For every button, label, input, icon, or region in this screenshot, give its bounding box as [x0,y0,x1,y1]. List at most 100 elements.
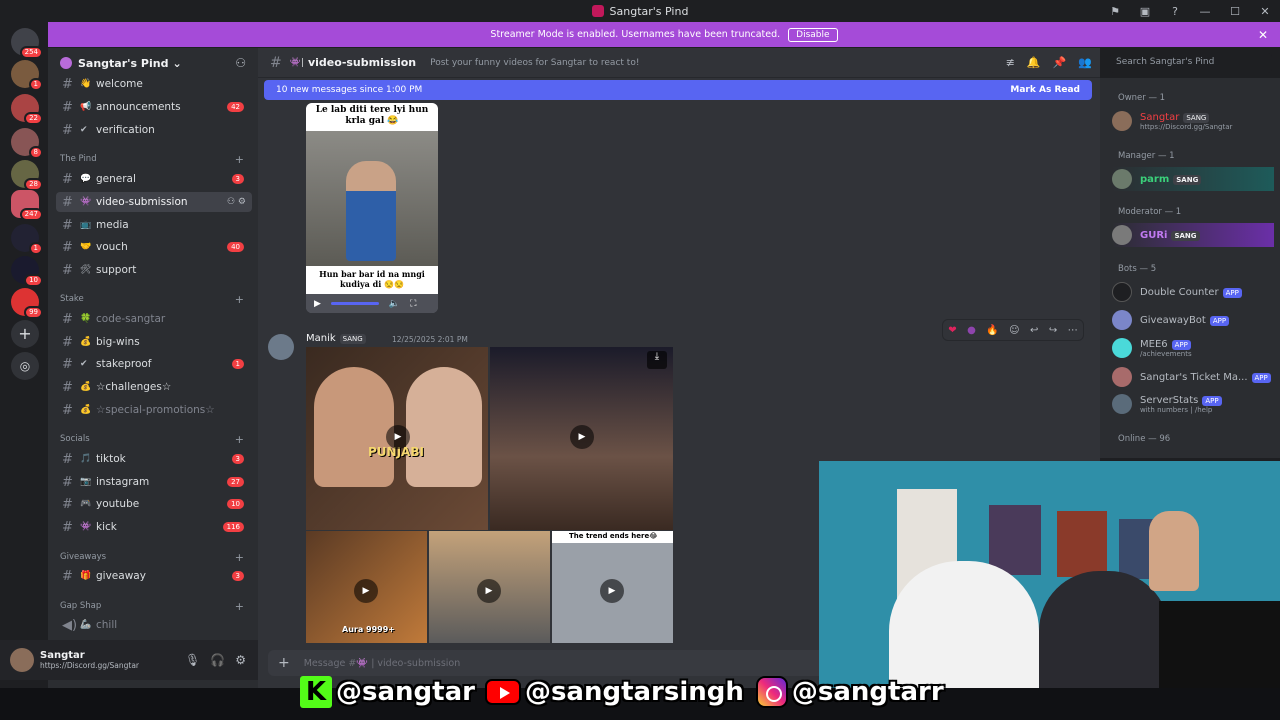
server-list: 254 1 22 8 28 247 1 10 99 + ◎ [0,22,48,688]
server-icon[interactable]: 1 [11,224,43,255]
eggplant-reaction-icon[interactable]: ● [967,325,976,336]
close-window-button[interactable]: ✕ [1250,5,1280,18]
add-member-icon[interactable]: ⚇ [235,56,246,70]
category-stake[interactable]: Stake + [60,293,250,306]
inbox-icon[interactable]: ⚑ [1100,5,1130,18]
member-bot[interactable]: Double Counter APP [1112,280,1274,304]
pin-icon[interactable]: 📌 [1053,56,1067,69]
video-embed[interactable]: Le lab diti tere lyi hun krla gal 😂 Hun … [306,103,438,313]
bell-icon[interactable]: 🔔 [1027,56,1041,69]
member-bot[interactable]: GiveawayBot APP [1112,308,1274,332]
reply-icon[interactable]: ↩ [1030,325,1038,336]
add-channel-icon[interactable]: + [235,600,244,613]
add-reaction-icon[interactable]: ☺ [1009,325,1019,336]
member-moderator[interactable]: GURi SANG [1112,223,1274,247]
home-button[interactable]: 254 [11,28,43,59]
channel-giveaway[interactable]: # 🎁 giveaway 3 [56,566,252,586]
channel-media[interactable]: # 📺 media [56,215,252,235]
server-icon[interactable]: 28 [11,160,43,191]
app-tag: APP [1251,372,1271,383]
channel-code-sangtar[interactable]: # 🍀 code-sangtar [56,309,252,329]
headphones-icon[interactable]: 🎧 [210,653,225,667]
channel-kick[interactable]: # 👾 kick 116 [56,517,252,537]
channel-verification[interactable]: # ✔ verification [56,120,252,140]
add-channel-icon[interactable]: + [235,433,244,446]
maximize-button[interactable]: ☐ [1220,5,1250,18]
monitor-icon[interactable]: ▣ [1130,5,1160,18]
minimize-button[interactable]: — [1190,5,1220,18]
avatar[interactable] [268,334,294,360]
play-icon[interactable]: ▶ [314,299,321,309]
add-channel-icon[interactable]: + [235,551,244,564]
video-thumbnail[interactable]: ▶ ⤓ [490,347,673,530]
server-icon[interactable]: 99 [11,288,43,319]
category-socials[interactable]: Socials + [60,433,250,446]
channel-stakeproof[interactable]: # ✔ stakeproof 1 [56,354,252,374]
channel-challenges[interactable]: # 💰 ☆challenges☆ [56,377,252,397]
forward-icon[interactable]: ↪ [1049,325,1057,336]
volume-icon[interactable]: 🔈 [389,299,400,309]
video-thumbnail[interactable]: ▶ Aura 9999+ [306,531,427,643]
settings-icon[interactable]: ⚇ ⚙ [227,197,246,207]
download-icon[interactable]: ⤓ [647,351,667,369]
channel-video-submission[interactable]: # 👾 video-submission ⚇ ⚙ [56,192,252,212]
channel-youtube[interactable]: # 🎮 youtube 10 [56,494,252,514]
server-icon[interactable]: 10 [11,256,43,287]
message-author[interactable]: Manik SANG [306,333,366,344]
fire-reaction-icon[interactable]: 🔥 [986,325,998,336]
video-thumbnail[interactable]: PUNJABI ▶ [306,347,488,530]
play-icon[interactable]: ▶ [386,425,410,449]
member-owner[interactable]: Sangtar SANG https://Discord.gg/Sangtar [1112,109,1274,133]
heart-reaction-icon[interactable]: ❤ [948,325,956,336]
app-tag: APP [1202,395,1222,406]
fullscreen-icon[interactable]: ⛶ [410,299,416,309]
category-giveaways[interactable]: Giveaways + [60,551,250,564]
server-icon[interactable]: 1 [11,60,43,91]
channel-big-wins[interactable]: # 💰 big-wins [56,332,252,352]
member-manager[interactable]: parm SANG [1112,167,1274,191]
channel-special-promotions[interactable]: # 💰 ☆special-promotions☆ [56,400,252,420]
channel-tiktok[interactable]: # 🎵 tiktok 3 [56,449,252,469]
member-bot[interactable]: MEE6 APP/achievements [1112,336,1274,360]
volume-slider[interactable] [330,302,379,305]
gear-icon[interactable]: ⚙ [235,653,246,667]
threads-icon[interactable]: ≢ [1006,56,1015,69]
search-input[interactable]: Search Sangtar's Pind [1110,53,1272,73]
channel-vouch[interactable]: # 🤝 vouch 40 [56,237,252,257]
avatar[interactable] [10,648,34,672]
play-icon[interactable]: ▶ [570,425,594,449]
server-icon-active[interactable]: 247 [11,190,43,221]
mark-as-read-button[interactable]: Mark As Read [1010,85,1080,95]
add-server-icon[interactable]: + [11,320,39,348]
channel-instagram[interactable]: # 📷 instagram 27 [56,472,252,492]
video-thumbnail[interactable]: ▶ [429,531,550,643]
more-icon[interactable]: ⋯ [1068,325,1078,336]
new-messages-bar[interactable]: 10 new messages since 1:00 PM Mark As Re… [264,80,1092,100]
disable-button[interactable]: Disable [788,27,838,42]
member-bot[interactable]: Sangtar's Ticket Ma... APP [1112,365,1274,389]
server-icon[interactable]: 8 [11,128,43,159]
microphone-icon[interactable]: 🎙 [185,653,200,667]
category-the-pind[interactable]: The Pind + [60,153,250,166]
channel-general[interactable]: # 💬 general 3 [56,169,252,189]
member-bot[interactable]: ServerStats APP with numbers | /help [1112,392,1274,416]
discover-icon[interactable]: ◎ [11,352,39,380]
channel-announcements[interactable]: # 📢 announcements 42 [56,97,252,117]
video-thumbnail[interactable]: The trend ends here😂 ▶ [552,531,673,643]
play-icon[interactable]: ▶ [354,579,378,603]
mention-badge: 27 [227,477,244,487]
channel-support[interactable]: # 🛠 support [56,260,252,280]
add-attachment-icon[interactable]: + [278,655,290,671]
category-gap-shap[interactable]: Gap Shap + [60,600,250,613]
server-icon[interactable]: 22 [11,94,43,125]
add-channel-icon[interactable]: + [235,153,244,166]
add-channel-icon[interactable]: + [235,293,244,306]
avatar [1112,225,1132,245]
play-icon[interactable]: ▶ [600,579,624,603]
close-banner-icon[interactable]: ✕ [1258,28,1268,42]
members-icon[interactable]: 👥 [1078,56,1092,69]
channel-chill[interactable]: ◀) 🦾 chill [56,615,252,635]
help-icon[interactable]: ? [1160,5,1190,18]
channel-welcome[interactable]: # 👋 welcome [56,74,252,94]
play-icon[interactable]: ▶ [477,579,501,603]
